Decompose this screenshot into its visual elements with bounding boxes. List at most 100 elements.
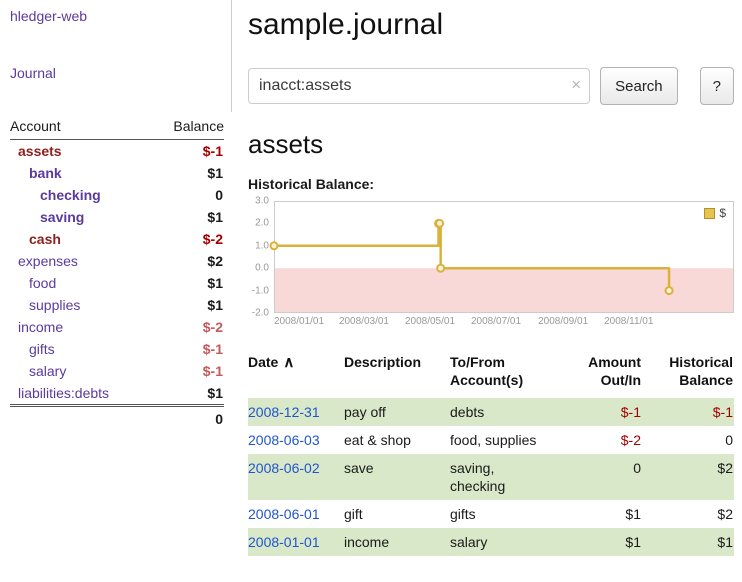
account-balance: $-1 [152, 338, 224, 360]
transaction-date-link[interactable]: 2008-06-02 [248, 460, 320, 476]
register-body: 2008-12-31pay offdebts$-1$-12008-06-03ea… [248, 398, 734, 556]
register-row: 2008-01-01incomesalary$1$1 [248, 528, 734, 556]
sort-ascending-icon: ∧ [283, 354, 294, 371]
account-link[interactable]: income [18, 319, 63, 335]
register-header-amount: Amount Out/In [570, 351, 642, 398]
account-link[interactable]: salary [29, 363, 66, 379]
accounts-total-row: 0 [10, 406, 224, 431]
y-tick-label: -1.0 [252, 285, 269, 296]
x-tick-label: 2008/05/01 [405, 316, 455, 327]
account-balance: $-1 [152, 360, 224, 382]
account-link[interactable]: assets [18, 143, 62, 159]
search-input[interactable] [248, 68, 590, 104]
account-row: food $1 [10, 272, 224, 294]
account-link[interactable]: expenses [18, 253, 78, 269]
journal-link[interactable]: Journal [10, 65, 56, 81]
register-table: Date∧ Description To/From Account(s) Amo… [248, 351, 734, 556]
account-balance: 0 [152, 184, 224, 206]
y-tick-label: 3.0 [255, 196, 269, 207]
accounts-panel: Account Balance assets $-1 bank $1 checking 0… [0, 112, 232, 430]
transaction-amount: $1 [570, 500, 642, 528]
account-row: gifts $-1 [10, 338, 224, 360]
account-balance: $1 [152, 272, 224, 294]
account-balance: $1 [152, 162, 224, 184]
register-row: 2008-06-02savesaving, checking0$2 [248, 454, 734, 500]
account-row: saving $1 [10, 206, 224, 228]
accounts-header-balance: Balance [152, 114, 224, 140]
transaction-description: income [344, 528, 450, 556]
account-balance: $1 [152, 206, 224, 228]
account-row: assets $-1 [10, 140, 224, 163]
register-header-date[interactable]: Date∧ [248, 351, 344, 398]
legend-label: $ [719, 206, 726, 220]
transaction-description: pay off [344, 398, 450, 426]
account-balance: $2 [152, 250, 224, 272]
transaction-accounts: gifts [450, 500, 570, 528]
account-link[interactable]: cash [29, 231, 61, 247]
legend-swatch-icon [704, 208, 715, 219]
account-row: income$-2 [10, 316, 224, 338]
clear-search-icon[interactable]: × [571, 75, 581, 95]
x-tick-label: 2008/03/01 [339, 316, 389, 327]
account-link[interactable]: supplies [29, 297, 80, 313]
account-link[interactable]: food [29, 275, 56, 291]
transaction-balance: $2 [642, 454, 734, 500]
accounts-header-row: Account Balance [10, 114, 224, 140]
register-header-balance: Historical Balance [642, 351, 734, 398]
account-link[interactable]: saving [40, 209, 84, 225]
account-row: checking 0 [10, 184, 224, 206]
y-tick-label: 0.0 [255, 263, 269, 274]
y-tick-label: -2.0 [252, 308, 269, 319]
transaction-date-link[interactable]: 2008-06-03 [248, 432, 320, 448]
transaction-date-link[interactable]: 2008-06-01 [248, 506, 320, 522]
app-brand-link[interactable]: hledger-web [10, 8, 87, 24]
chart-y-axis: 3.02.01.00.0-1.0-2.0 [244, 201, 272, 313]
account-row: cash $-2 [10, 228, 224, 250]
account-balance: $-2 [152, 228, 224, 250]
transaction-date-link[interactable]: 2008-01-01 [248, 534, 320, 550]
transaction-date-link[interactable]: 2008-12-31 [248, 404, 320, 420]
main-content: sample.journal × Search ? assets Histori… [248, 0, 734, 556]
register-header-row: Date∧ Description To/From Account(s) Amo… [248, 351, 734, 398]
y-tick-label: 1.0 [255, 240, 269, 251]
accounts-header-account: Account [10, 114, 152, 140]
x-tick-label: 2008/11/01 [604, 316, 653, 327]
app-window: hledger-web Journal Account Balance asse… [0, 0, 742, 582]
transaction-accounts: food, supplies [450, 426, 570, 454]
account-link[interactable]: checking [40, 187, 101, 203]
transaction-accounts: salary [450, 528, 570, 556]
search-form: × Search ? [248, 67, 734, 105]
account-balance: $1 [152, 294, 224, 316]
register-row: 2008-06-03eat & shopfood, supplies$-20 [248, 426, 734, 454]
account-link[interactable]: liabilities:debts [18, 385, 109, 401]
x-tick-label: 2008/07/01 [471, 316, 521, 327]
account-heading: assets [248, 129, 734, 160]
transaction-balance: $-1 [642, 398, 734, 426]
transaction-accounts: saving, checking [450, 454, 570, 500]
transaction-balance: $2 [642, 500, 734, 528]
register-row: 2008-06-01giftgifts$1$2 [248, 500, 734, 528]
register-header-description: Description [344, 351, 450, 398]
account-row: liabilities:debts$1 [10, 382, 224, 406]
transaction-description: eat & shop [344, 426, 450, 454]
transaction-amount: $-1 [570, 398, 642, 426]
account-link[interactable]: gifts [29, 341, 55, 357]
x-tick-label: 2008/01/01 [274, 316, 324, 327]
accounts-total-value: 0 [152, 406, 224, 431]
transaction-accounts: debts [450, 398, 570, 426]
account-balance: $-1 [152, 140, 224, 163]
help-button[interactable]: ? [700, 67, 734, 105]
chart-title: Historical Balance: [248, 176, 734, 192]
balance-chart: 3.02.01.00.0-1.0-2.0 $ [274, 201, 734, 313]
account-link[interactable]: bank [29, 165, 62, 181]
chart-x-axis: 2008/01/01 2008/03/01 2008/05/01 2008/07/01… [274, 313, 734, 329]
transaction-balance: 0 [642, 426, 734, 454]
account-row: bank $1 [10, 162, 224, 184]
search-button[interactable]: Search [600, 67, 678, 105]
page-title: sample.journal [248, 8, 734, 42]
x-tick-label: 2008/09/01 [538, 316, 588, 327]
transaction-amount: $1 [570, 528, 642, 556]
account-row: expenses $2 [10, 250, 224, 272]
account-row: supplies $1 [10, 294, 224, 316]
transaction-amount: 0 [570, 454, 642, 500]
